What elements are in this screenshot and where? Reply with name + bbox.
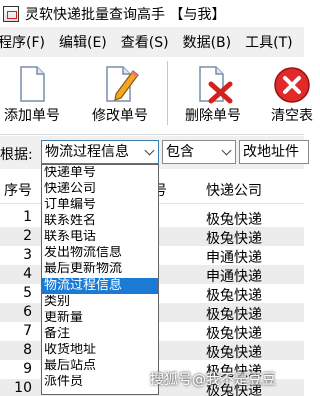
delete-tracking-label: 删除单号 bbox=[185, 108, 241, 124]
filter-field-value: 物流过程信息 bbox=[45, 144, 129, 160]
row-carrier: 极兔快递 bbox=[206, 212, 262, 228]
new-document-icon bbox=[20, 66, 45, 102]
row-index: 1 bbox=[23, 209, 32, 225]
dropdown-option-order-number[interactable]: 订单编号 bbox=[42, 198, 158, 212]
dropdown-option-courier-company[interactable]: 快递公司 bbox=[42, 182, 158, 196]
column-header-index[interactable]: 序号 bbox=[4, 180, 32, 200]
app-icon bbox=[3, 5, 19, 22]
menu-data[interactable]: 数据(B) bbox=[179, 32, 236, 52]
row-carrier: 申通快递 bbox=[206, 250, 262, 266]
menu-help[interactable]: 帮 bbox=[303, 32, 304, 52]
row-carrier: 极兔快递 bbox=[206, 326, 262, 342]
row-index: 5 bbox=[23, 285, 32, 301]
row-index: 9 bbox=[23, 361, 32, 377]
add-tracking-label: 添加单号 bbox=[4, 108, 60, 124]
row-carrier: 极兔快递 bbox=[206, 307, 262, 323]
dropdown-option-dispatch-info[interactable]: 发出物流信息 bbox=[42, 246, 158, 260]
row-carrier: 极兔快递 bbox=[206, 231, 262, 247]
filter-field-dropdown: 快递单号 快递公司 订单编号 联系姓名 联系电话 发出物流信息 最后更新物流 物… bbox=[41, 164, 159, 395]
filter-label: 根据: bbox=[0, 147, 33, 163]
filter-text-input[interactable]: 改地址件 bbox=[239, 140, 309, 164]
menu-tools[interactable]: 工具(T) bbox=[241, 32, 296, 52]
row-index: 2 bbox=[23, 228, 32, 244]
filter-condition-select[interactable]: 包含 bbox=[162, 140, 236, 164]
menu-program[interactable]: 程序(F) bbox=[0, 32, 49, 52]
row-index: 8 bbox=[23, 342, 32, 358]
dropdown-option-last-station[interactable]: 最后站点 bbox=[42, 359, 158, 373]
dropdown-option-courier-person[interactable]: 派件员 bbox=[42, 375, 158, 389]
toolbar: 添加单号 修改单号 删除单号 清空表 bbox=[0, 57, 313, 135]
clear-icon bbox=[274, 67, 310, 103]
dropdown-option-logistics-process[interactable]: 物流过程信息 bbox=[42, 278, 158, 294]
toolbar-separator bbox=[167, 61, 168, 125]
dropdown-option-tracking-number[interactable]: 快递单号 bbox=[42, 166, 158, 180]
title-bar: 灵软快递批量查询高手 【与我】 bbox=[0, 0, 304, 27]
menu-bar: 程序(F) 编辑(E) 查看(S) 数据(B) 工具(T) 帮 bbox=[0, 27, 304, 57]
dropdown-option-contact-phone[interactable]: 联系电话 bbox=[42, 230, 158, 244]
dropdown-option-remark[interactable]: 备注 bbox=[42, 327, 158, 341]
chevron-down-icon[interactable] bbox=[142, 141, 158, 163]
watermark: 搜狐号@我不是豆豆 bbox=[150, 372, 276, 388]
add-tracking-button[interactable]: 添加单号 bbox=[0, 57, 70, 135]
filter-condition-value: 包含 bbox=[166, 144, 194, 160]
row-index: 4 bbox=[23, 266, 32, 282]
column-header-carrier[interactable]: 快递公司 bbox=[206, 180, 262, 200]
clear-table-button[interactable]: 清空表 bbox=[254, 57, 320, 135]
delete-document-icon bbox=[199, 66, 233, 104]
clear-table-label: 清空表 bbox=[271, 108, 313, 124]
window-title: 灵软快递批量查询高手 【与我】 bbox=[25, 6, 226, 23]
dropdown-option-update-count[interactable]: 更新量 bbox=[42, 311, 158, 325]
row-index: 10 bbox=[14, 380, 32, 396]
edit-tracking-button[interactable]: 修改单号 bbox=[82, 57, 158, 135]
edit-tracking-label: 修改单号 bbox=[92, 108, 148, 124]
row-index: 7 bbox=[23, 323, 32, 339]
chevron-down-icon[interactable] bbox=[219, 141, 235, 163]
dropdown-option-contact-name[interactable]: 联系姓名 bbox=[42, 214, 158, 228]
menu-edit[interactable]: 编辑(E) bbox=[55, 32, 111, 52]
row-index: 3 bbox=[23, 247, 32, 263]
filter-text-value: 改地址件 bbox=[243, 144, 299, 160]
row-carrier: 申通快递 bbox=[206, 269, 262, 285]
dropdown-option-latest-update[interactable]: 最后更新物流 bbox=[42, 262, 158, 276]
delete-tracking-button[interactable]: 删除单号 bbox=[175, 57, 251, 135]
row-carrier: 极兔快递 bbox=[206, 288, 262, 304]
row-index: 6 bbox=[23, 304, 32, 320]
filter-field-select[interactable]: 物流过程信息 bbox=[41, 140, 159, 164]
row-carrier: 极兔快递 bbox=[206, 345, 262, 361]
menu-view[interactable]: 查看(S) bbox=[117, 32, 173, 52]
dropdown-option-category[interactable]: 类别 bbox=[42, 295, 158, 309]
dropdown-option-delivery-address[interactable]: 收货地址 bbox=[42, 343, 158, 357]
edit-document-icon bbox=[106, 66, 139, 102]
